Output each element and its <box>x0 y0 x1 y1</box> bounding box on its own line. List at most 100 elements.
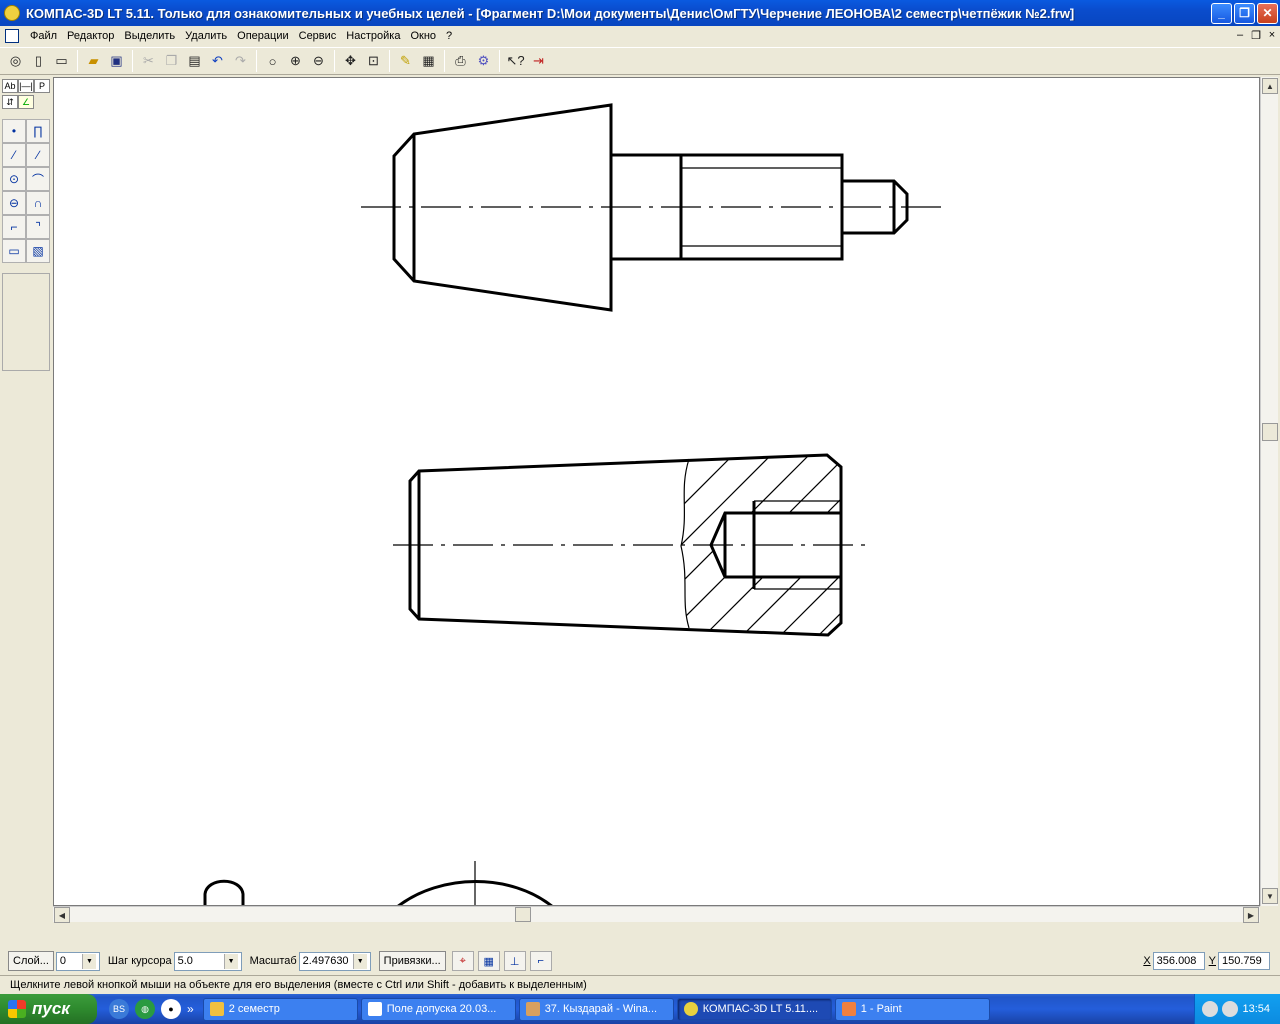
zoom-in-icon[interactable]: ⊕ <box>284 50 307 73</box>
scale-select[interactable]: 2.497630 ▼ <box>298 951 371 971</box>
toolbar-separator <box>132 50 133 72</box>
toolbar-separator <box>444 50 445 72</box>
panel-tabs: Ab |—| P <box>2 79 52 93</box>
task-winamp[interactable]: 37. Кыздарай - Wina... <box>518 997 674 1021</box>
tab-dimensions[interactable]: |—| <box>18 79 34 93</box>
volume-icon[interactable] <box>1222 1001 1239 1017</box>
tab-geometry[interactable]: ∠ <box>18 95 34 109</box>
layer-button[interactable]: Слой... <box>8 951 54 971</box>
spline-tool-icon[interactable]: ∩ <box>26 191 50 215</box>
tab-edit[interactable]: P <box>34 79 50 93</box>
minimize-button[interactable]: _ <box>1211 2 1232 24</box>
scroll-left-arrow-icon[interactable]: ◀ <box>54 907 70 923</box>
task-folder[interactable]: 2 семестр <box>202 997 358 1021</box>
new-fragment-icon[interactable]: ▭ <box>50 50 73 73</box>
pan-icon[interactable]: ✥ <box>339 50 362 73</box>
menu-operations[interactable]: Операции <box>232 30 293 42</box>
x-coord-field[interactable]: 356.008 <box>1152 952 1205 970</box>
horizontal-scrollbar[interactable]: ◀ ▶ <box>53 906 1260 923</box>
status-hint: Щелкните левой кнопкой мыши на объекте д… <box>10 979 587 991</box>
paste-icon[interactable]: ▤ <box>183 50 206 73</box>
mdi-minimize-button[interactable]: – <box>1232 29 1248 42</box>
document-icon[interactable] <box>5 28 19 43</box>
mdi-restore-button[interactable]: ❐ <box>1248 29 1264 42</box>
task-word[interactable]: Поле допуска 20.03... <box>360 997 516 1021</box>
ellipse-tool-icon[interactable]: ⊖ <box>2 191 26 215</box>
taskbar: пуск BS ◍ ● » 2 семестр Поле допуска 20.… <box>0 994 1280 1024</box>
menu-editor[interactable]: Редактор <box>62 30 119 42</box>
grid-icon[interactable]: ▦ <box>477 951 500 971</box>
horizontal-scroll-thumb[interactable] <box>515 907 531 922</box>
menu-select[interactable]: Выделить <box>119 30 180 42</box>
print-preview-icon[interactable]: ◎ <box>4 50 27 73</box>
start-button[interactable]: пуск <box>0 994 97 1024</box>
auxiliary-line-icon[interactable]: ∏ <box>26 119 50 143</box>
scroll-up-arrow-icon[interactable]: ▲ <box>1262 78 1278 94</box>
compact-panel: Ab |—| P ⇵ ∠ • ∏ ⁄ ∕ ⊙ ⌒ ⊖ ∩ ⌐ ⌝ ▭ ▧ <box>0 77 52 922</box>
snaps-button[interactable]: Привязки... <box>378 951 446 971</box>
menu-service[interactable]: Сервис <box>294 30 342 42</box>
parallel-segment-icon[interactable]: ∕ <box>26 143 50 167</box>
exit-icon[interactable]: ⇥ <box>527 50 550 73</box>
arc-tool-icon[interactable]: ⌒ <box>26 167 50 191</box>
main-toolbar: ◎ ▯ ▭ ▰ ▣ ✂ ❐ ▤ ↶ ↷ ○ ⊕ ⊖ ✥ ⊡ ✎ ▦ ⎙ ⚙ ↖?… <box>0 47 1280 75</box>
tab-measure[interactable]: ⇵ <box>2 95 18 109</box>
scroll-down-arrow-icon[interactable]: ▼ <box>1262 888 1278 904</box>
cursor-step-select[interactable]: 5.0 ▼ <box>173 951 242 971</box>
quicklaunch-more[interactable]: » <box>187 1002 194 1016</box>
fillet-tool-icon[interactable]: ⌐ <box>2 215 26 239</box>
zoom-icon[interactable]: ○ <box>261 50 284 73</box>
copy-icon[interactable]: ❐ <box>160 50 183 73</box>
segment-tool-icon[interactable]: ⁄ <box>2 143 26 167</box>
task-paint[interactable]: 1 - Paint <box>834 997 990 1021</box>
menu-help[interactable]: ? <box>441 30 457 42</box>
chamfer-tool-icon[interactable]: ⌝ <box>26 215 50 239</box>
print-icon[interactable]: ⎙ <box>449 50 472 73</box>
task-kompas[interactable]: КОМПАС-3D LT 5.11.... <box>676 997 832 1021</box>
cut-icon[interactable]: ✂ <box>137 50 160 73</box>
kompas-app-icon[interactable] <box>4 5 20 21</box>
hatch-tool-icon[interactable]: ▧ <box>26 239 50 263</box>
snap-toggle-icon[interactable]: ⌖ <box>451 951 474 971</box>
mdi-close-button[interactable]: × <box>1264 29 1280 42</box>
scroll-right-arrow-icon[interactable]: ▶ <box>1243 907 1259 923</box>
kompas-icon <box>683 1002 698 1016</box>
menu-window[interactable]: Окно <box>405 30 441 42</box>
menu-delete[interactable]: Удалить <box>180 30 232 42</box>
vertical-scrollbar[interactable]: ▲ ▼ <box>1260 77 1278 906</box>
settings-icon[interactable]: ⚙ <box>472 50 495 73</box>
layer-select[interactable]: 0 ▼ <box>55 951 100 971</box>
quicklaunch-browser-icon[interactable]: ◍ <box>135 999 155 1019</box>
tray-expand-icon[interactable] <box>1202 1001 1219 1017</box>
local-cs-icon[interactable]: ⊥ <box>503 951 526 971</box>
context-help-icon[interactable]: ↖? <box>504 50 527 73</box>
menu-file[interactable]: Файл <box>25 30 62 42</box>
point-tool-icon[interactable]: • <box>2 119 26 143</box>
undo-icon[interactable]: ↶ <box>206 50 229 73</box>
rectangle-tool-icon[interactable]: ▭ <box>2 239 26 263</box>
redo-icon[interactable]: ↷ <box>229 50 252 73</box>
zoom-fit-icon[interactable]: ⊡ <box>362 50 385 73</box>
quicklaunch-panda-icon[interactable]: ● <box>161 999 181 1019</box>
drawing-canvas[interactable] <box>53 77 1260 906</box>
menu-settings[interactable]: Настройка <box>341 30 405 42</box>
ortho-mode-icon[interactable]: ⌐ <box>529 951 552 971</box>
cursor-coordinates: X 356.008 Y 150.759 <box>1139 952 1270 970</box>
menu-bar: Файл Редактор Выделить Удалить Операции … <box>0 26 1280 45</box>
vertical-scroll-thumb[interactable] <box>1262 423 1278 441</box>
windows-logo-icon <box>8 1000 26 1018</box>
y-coord-field[interactable]: 150.759 <box>1218 952 1270 970</box>
open-folder-icon[interactable]: ▰ <box>82 50 105 73</box>
layer-value: 0 <box>59 955 67 967</box>
quicklaunch-bs-icon[interactable]: BS <box>109 999 129 1019</box>
tab-text[interactable]: Ab <box>2 79 18 93</box>
toolbar-separator <box>334 50 335 72</box>
maximize-button[interactable]: ❐ <box>1234 2 1255 24</box>
new-document-icon[interactable]: ▯ <box>27 50 50 73</box>
refresh-icon[interactable]: ✎ <box>394 50 417 73</box>
close-button[interactable]: ✕ <box>1257 2 1278 24</box>
save-icon[interactable]: ▣ <box>105 50 128 73</box>
circle-tool-icon[interactable]: ⊙ <box>2 167 26 191</box>
layers-icon[interactable]: ▦ <box>417 50 440 73</box>
zoom-out-icon[interactable]: ⊖ <box>307 50 330 73</box>
